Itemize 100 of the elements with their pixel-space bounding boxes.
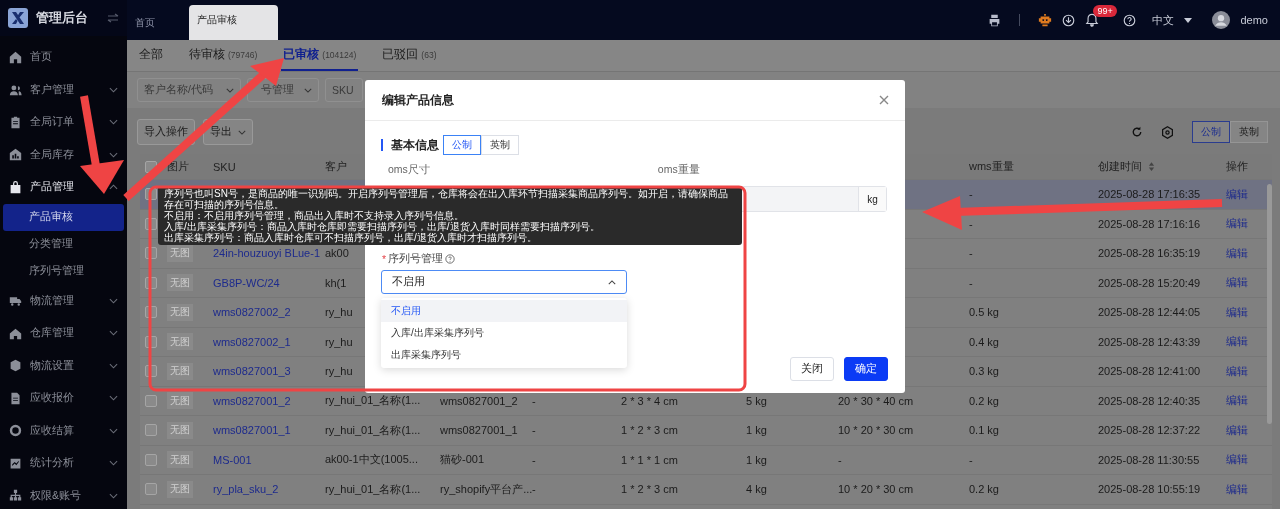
sidebar-item[interactable]: 物流设置: [0, 349, 127, 382]
settings-icon[interactable]: [1161, 125, 1174, 139]
filter-select[interactable]: 客户名称/代码: [137, 78, 241, 102]
table-row[interactable]: 无图 ry_pla_sku_2 ry_hui_01_名称(1... ry_shopify平台产...- 1 * 2 * 3 cm 4 kg 10 * 20 * 30 cm 0.2 kg 2025-08-28 10:55:19 编辑: [140, 475, 1272, 505]
table-cell: 0.2 kg: [969, 394, 999, 407]
sidebar-item[interactable]: 统计分析: [0, 447, 127, 480]
table-cell: -: [969, 188, 973, 201]
edit-link[interactable]: 编辑: [1226, 422, 1248, 438]
sku-link[interactable]: wms0827001_3: [213, 365, 291, 378]
sidebar-item[interactable]: 仓库管理: [0, 317, 127, 350]
table-cell: 1 * 1 * 1 cm: [621, 453, 678, 466]
edit-link[interactable]: 编辑: [1226, 304, 1248, 320]
sidebar-item[interactable]: 首页: [0, 41, 127, 74]
sidebar-item[interactable]: 应收结算: [0, 414, 127, 447]
sku-link[interactable]: wms0827002_1: [213, 335, 291, 348]
table-cell: 0.5 kg: [969, 306, 999, 319]
table-cell: wms0827001_1: [440, 424, 518, 437]
edit-link[interactable]: 编辑: [1226, 275, 1248, 291]
tooltip-text: 不启用：不启用序列号管理，商品出入库时不支持录入序列号信息。: [164, 210, 464, 221]
edit-link[interactable]: 编辑: [1226, 393, 1248, 409]
table-cell: ry_hu: [325, 306, 353, 319]
app-title: 管理后台: [36, 9, 89, 27]
dropdown-option[interactable]: 出库采集序列号: [381, 344, 627, 366]
table-cell: 2025-08-28 12:37:22: [1098, 424, 1201, 437]
edit-link[interactable]: 编辑: [1226, 216, 1248, 232]
edit-link[interactable]: 编辑: [1226, 245, 1248, 261]
sku-link[interactable]: ry_pla_sku_2: [213, 483, 279, 496]
checkbox[interactable]: [145, 453, 157, 466]
sku-link[interactable]: wms0827001_2: [213, 394, 291, 407]
sidebar-item[interactable]: 客户管理: [0, 73, 127, 106]
toolbar-button[interactable]: 导入操作: [137, 119, 195, 145]
toolbar-button[interactable]: 导出: [203, 119, 253, 145]
sidebar-subitem[interactable]: 分类管理: [3, 230, 124, 258]
sku-link[interactable]: 24in-houzuoyi BLue-1: [213, 247, 321, 260]
bell-icon[interactable]: [1085, 13, 1100, 27]
sku-link[interactable]: wms0827002_2: [213, 306, 291, 319]
sidebar-item[interactable]: 全局订单: [0, 106, 127, 139]
caret-icon: [1184, 17, 1193, 23]
table-cell: 2025-08-28 17:16:35: [1098, 188, 1201, 201]
table-cell: -: [532, 483, 536, 496]
robot-icon[interactable]: [1038, 13, 1053, 27]
close-button[interactable]: 关闭: [790, 357, 834, 381]
dropdown-option[interactable]: 不启用: [381, 300, 627, 322]
chevron-icon: [238, 129, 246, 135]
edit-link[interactable]: 编辑: [1226, 363, 1248, 379]
unit-toggle[interactable]: 英制: [481, 135, 519, 155]
sku-link[interactable]: GB8P-WC/24: [213, 276, 280, 289]
image-placeholder: 无图: [167, 303, 193, 321]
table-cell: 2025-08-28 12:43:39: [1098, 335, 1201, 348]
serial-select[interactable]: 不启用: [381, 270, 627, 294]
confirm-button[interactable]: 确定: [844, 357, 888, 381]
sku-link[interactable]: wms0827001_1: [213, 424, 291, 437]
edit-link[interactable]: 编辑: [1226, 481, 1248, 497]
sidebar-subitem[interactable]: 产品审核: [3, 203, 124, 231]
page-tab[interactable]: 首页: [135, 5, 155, 40]
table-cell: -: [969, 453, 973, 466]
checkbox[interactable]: [145, 424, 157, 437]
unit-toggle[interactable]: 英制: [1230, 121, 1268, 143]
dialog-title: 编辑产品信息: [382, 91, 454, 109]
sku-link[interactable]: MS-001: [213, 453, 252, 466]
collapse-icon[interactable]: [107, 13, 119, 23]
close-icon[interactable]: [879, 95, 889, 105]
status-tab[interactable]: 全部: [137, 40, 165, 71]
page-tab[interactable]: 产品审核: [189, 5, 278, 40]
sidebar-item[interactable]: 应收报价: [0, 382, 127, 415]
refresh-icon[interactable]: [1131, 126, 1143, 138]
table-cell: 10 * 20 * 30 cm: [838, 424, 914, 437]
edit-link[interactable]: 编辑: [1226, 186, 1248, 202]
sidebar-item[interactable]: 产品管理: [0, 171, 127, 204]
status-tab[interactable]: 待审核 (79746): [187, 40, 260, 71]
table-cell: 1 kg: [746, 453, 767, 466]
sidebar-item[interactable]: 权限&账号: [0, 479, 127, 509]
checkbox[interactable]: [145, 394, 157, 407]
edit-link[interactable]: 编辑: [1226, 334, 1248, 350]
sidebar-item[interactable]: 物流管理: [0, 284, 127, 317]
unit-toggle[interactable]: 公制: [1192, 121, 1230, 143]
cube-icon: [9, 359, 22, 373]
table-cell: 5 kg: [746, 394, 767, 407]
sidebar-subitem[interactable]: 序列号管理: [3, 257, 124, 285]
table-cell: -: [532, 424, 536, 437]
field-label: oms重量: [657, 163, 700, 177]
table-row[interactable]: 无图 MS-001 ak00-1中文(1005... 猫砂-001 - 1 * 1 * 1 cm 1 kg - - 2025-08-28 11:30:55 编辑: [140, 445, 1272, 475]
language-selector[interactable]: 中文: [1152, 12, 1175, 28]
image-placeholder: 无图: [167, 392, 193, 410]
sidebar-item[interactable]: 全局库存: [0, 138, 127, 171]
printer-icon[interactable]: [988, 13, 1002, 27]
table-cell: ry_hu: [325, 335, 353, 348]
dropdown-option[interactable]: 入库/出库采集序列号: [381, 322, 627, 344]
checkbox[interactable]: [145, 483, 157, 496]
edit-link[interactable]: 编辑: [1226, 452, 1248, 468]
scrollbar[interactable]: [1267, 184, 1272, 424]
field-label: 序列号管理: [388, 252, 444, 266]
unit-toggle[interactable]: 公制: [443, 135, 481, 155]
avatar-icon[interactable]: [1212, 11, 1231, 29]
sort-icon[interactable]: [1148, 161, 1155, 172]
status-tab[interactable]: 已驳回 (63): [380, 40, 439, 71]
download-icon[interactable]: [1062, 13, 1076, 27]
table-row[interactable]: 无图 wms0827001_1 ry_hui_01_名称(1... wms0827001_1 - 1 * 2 * 3 cm 1 kg 10 * 20 * 30 cm 0.1 kg 2025-08-28 12:37:22 编辑: [140, 416, 1272, 446]
table-cell: 20 * 30 * 40 cm: [838, 394, 914, 407]
filter-select[interactable]: SKU: [325, 78, 363, 102]
